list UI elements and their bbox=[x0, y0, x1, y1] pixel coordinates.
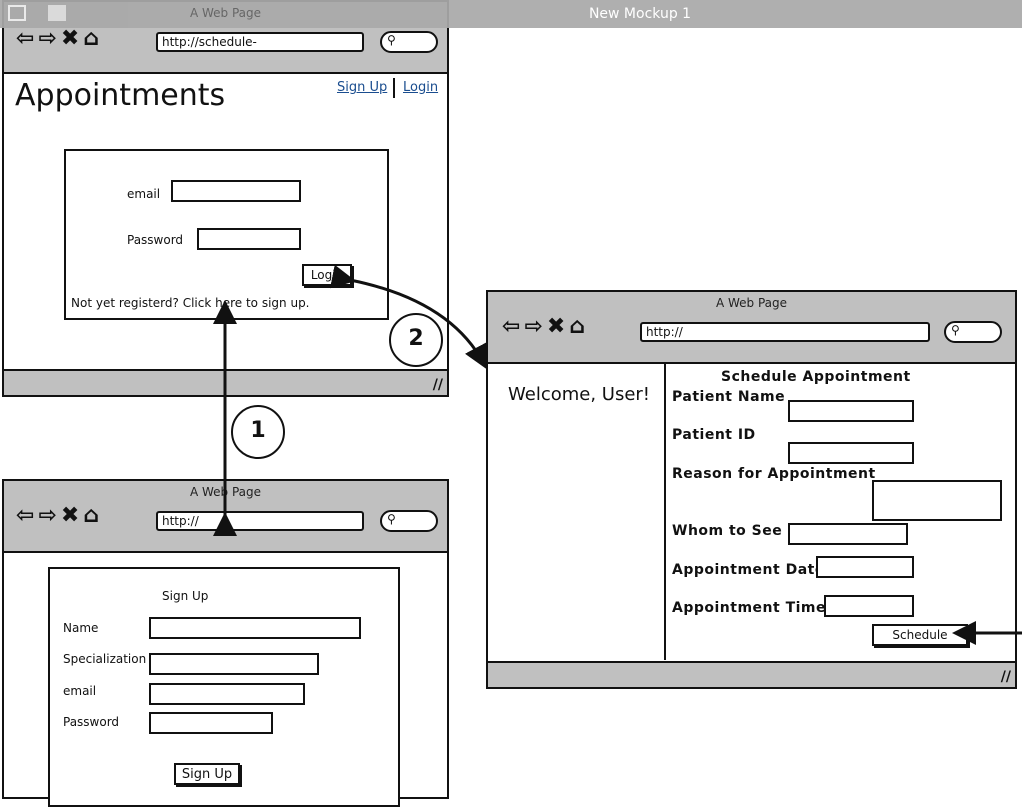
app-title: New Mockup 1 bbox=[588, 6, 692, 22]
step-2-label: 2 bbox=[408, 326, 424, 351]
window-title: A Web Page bbox=[189, 6, 262, 20]
flow-arrows bbox=[213, 264, 1022, 645]
step-1-label: 1 bbox=[250, 418, 266, 443]
